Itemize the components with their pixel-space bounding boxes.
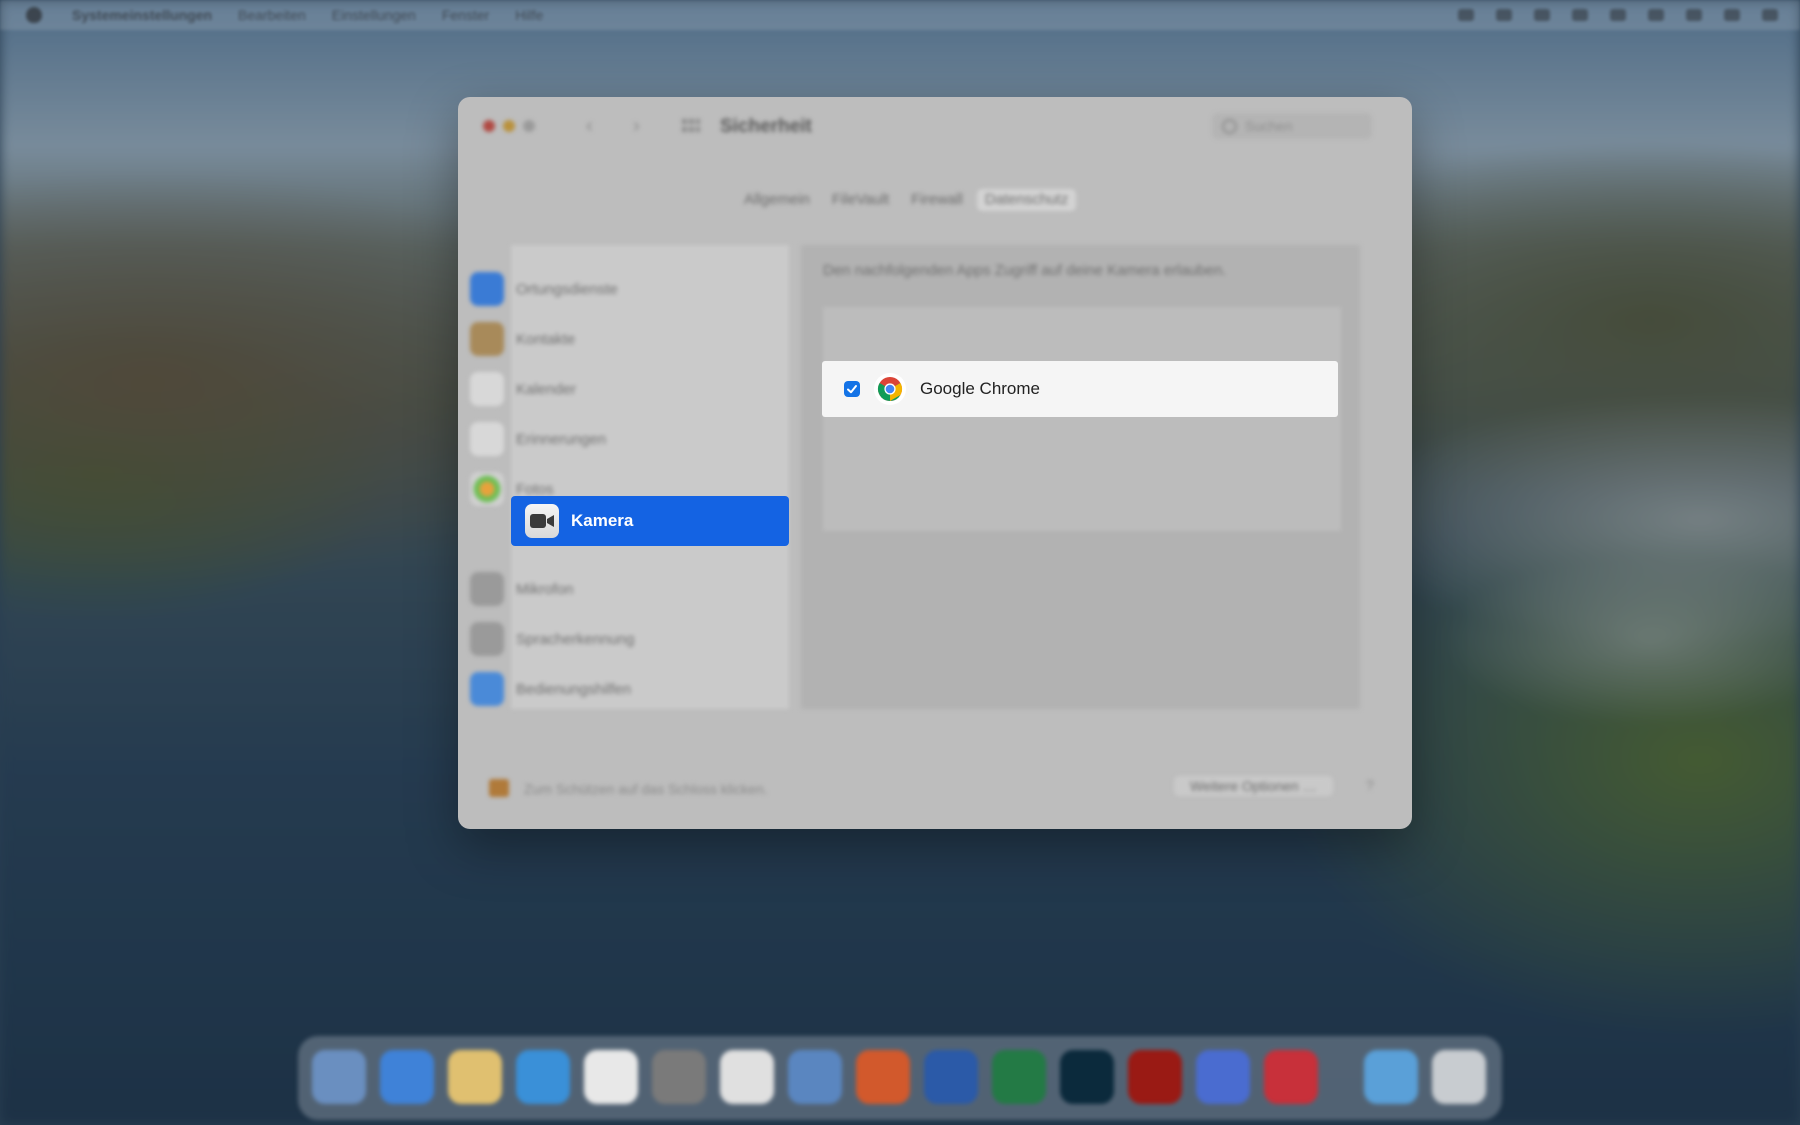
sidebar-item-label: Spracherkennung	[516, 630, 635, 648]
excel-icon[interactable]	[992, 1050, 1046, 1104]
status-item-icon[interactable]	[1534, 9, 1550, 21]
folder-icon[interactable]	[1364, 1050, 1418, 1104]
menu-einstellungen[interactable]: Einstellungen	[332, 7, 416, 23]
sidebar-item-kontakte[interactable]: Kontakte	[470, 319, 575, 359]
sidebar-item-label: Ortungsdienste	[516, 280, 618, 298]
sidebar-item-label: Erinnerungen	[516, 430, 607, 448]
back-arrow-icon[interactable]: ‹	[586, 115, 593, 138]
utility-app-icon[interactable]	[1196, 1050, 1250, 1104]
tab-firewall[interactable]: Firewall	[903, 189, 971, 211]
app-name: Google Chrome	[920, 379, 1041, 398]
menu-bearbeiten[interactable]: Bearbeiten	[238, 7, 306, 23]
sidebar-item-label: Kalender	[516, 380, 577, 398]
dock	[298, 1036, 1502, 1120]
sidebar-item-erinnerungen[interactable]: Erinnerungen	[470, 419, 606, 459]
powerpoint-icon[interactable]	[856, 1050, 910, 1104]
finder-icon[interactable]	[312, 1050, 366, 1104]
sidebar-item-label: Fotos	[516, 480, 554, 498]
trash-icon[interactable]	[1432, 1050, 1486, 1104]
tab-filevault[interactable]: FileVault	[824, 189, 897, 211]
safari-icon[interactable]	[516, 1050, 570, 1104]
sidebar-item-ortungsdienste[interactable]: Ortungsdienste	[470, 269, 618, 309]
spotlight-icon[interactable]	[1648, 9, 1664, 21]
launchpad-icon[interactable]	[448, 1050, 502, 1104]
calendar-app-icon[interactable]	[584, 1050, 638, 1104]
lock-hint-text: Zum Schützen auf das Schloss klicken.	[524, 781, 768, 797]
security-tabs: Allgemein FileVault Firewall Datenschutz	[736, 189, 1077, 211]
clock-icon[interactable]	[1762, 9, 1778, 21]
control-center-icon[interactable]	[1686, 9, 1702, 21]
tab-datenschutz[interactable]: Datenschutz	[976, 189, 1077, 211]
menu-fenster[interactable]: Fenster	[442, 7, 489, 23]
sidebar-item-kamera[interactable]: Kamera	[511, 496, 789, 546]
wifi-icon[interactable]	[1610, 9, 1626, 21]
sidebar-item-kalender[interactable]: Kalender	[470, 369, 576, 409]
status-item-icon[interactable]	[1458, 9, 1474, 21]
security-preferences-window: ‹ › Sicherheit Suchen Allgemein FileVaul…	[458, 97, 1412, 829]
accessibility-icon	[470, 672, 504, 706]
camera-icon	[525, 504, 559, 538]
acrobat-icon[interactable]	[1128, 1050, 1182, 1104]
camera-access-description: Den nachfolgenden Apps Zugriff auf deine…	[823, 262, 1227, 279]
app-row-google-chrome: Google Chrome	[822, 361, 1338, 417]
more-options-button[interactable]: Weitere Optionen …	[1174, 776, 1333, 796]
camera-app-list	[823, 307, 1341, 531]
location-icon	[470, 272, 504, 306]
siri-icon[interactable]	[1724, 9, 1740, 21]
system-preferences-icon[interactable]	[652, 1050, 706, 1104]
help-button[interactable]: ?	[1366, 777, 1374, 793]
apple-logo-icon[interactable]	[26, 7, 42, 23]
checkmark-icon	[847, 385, 857, 394]
menu-hilfe[interactable]: Hilfe	[515, 7, 543, 23]
reminders-icon	[470, 422, 504, 456]
speech-icon	[470, 622, 504, 656]
contacts-icon	[470, 322, 504, 356]
sidebar-item-label: Kontakte	[516, 330, 576, 348]
sidebar-item-label: Kamera	[571, 511, 634, 530]
sidebar-item-mikrofon[interactable]: Mikrofon	[470, 569, 574, 609]
window-close-button[interactable]	[483, 120, 495, 132]
show-all-grid-icon[interactable]	[682, 119, 700, 133]
camera-permission-checkbox[interactable]	[844, 381, 860, 397]
window-title: Sicherheit	[720, 116, 812, 137]
sidebar-item-spracherkennung[interactable]: Spracherkennung	[470, 619, 634, 659]
menu-app-name[interactable]: Systemeinstellungen	[72, 7, 212, 23]
sidebar-item-bedienungshilfen[interactable]: Bedienungshilfen	[470, 669, 631, 709]
messages-icon[interactable]	[788, 1050, 842, 1104]
lock-icon[interactable]	[489, 779, 509, 797]
activity-app-icon[interactable]	[1264, 1050, 1318, 1104]
word-icon[interactable]	[924, 1050, 978, 1104]
photoshop-icon[interactable]	[1060, 1050, 1114, 1104]
search-field[interactable]: Suchen	[1212, 113, 1372, 139]
window-zoom-button[interactable]	[523, 120, 535, 132]
search-icon	[1222, 118, 1237, 134]
chrome-icon	[874, 373, 906, 405]
forward-arrow-icon[interactable]: ›	[633, 115, 640, 138]
window-content-blurred: ‹ › Sicherheit Suchen Allgemein FileVaul…	[458, 97, 1412, 829]
microphone-icon	[470, 572, 504, 606]
status-item-icon[interactable]	[1496, 9, 1512, 21]
menu-bar: Systemeinstellungen Bearbeiten Einstellu…	[0, 0, 1800, 30]
search-placeholder: Suchen	[1245, 118, 1293, 134]
app-store-icon[interactable]	[380, 1050, 434, 1104]
sidebar-item-label: Bedienungshilfen	[516, 680, 632, 698]
photos-icon	[470, 472, 504, 506]
battery-icon[interactable]	[1572, 9, 1588, 21]
sidebar-item-label: Mikrofon	[516, 580, 574, 598]
calendar-icon	[470, 372, 504, 406]
window-minimize-button[interactable]	[503, 120, 515, 132]
chrome-dock-icon[interactable]	[720, 1050, 774, 1104]
tab-allgemein[interactable]: Allgemein	[736, 189, 818, 211]
status-menu-area	[1458, 0, 1778, 30]
